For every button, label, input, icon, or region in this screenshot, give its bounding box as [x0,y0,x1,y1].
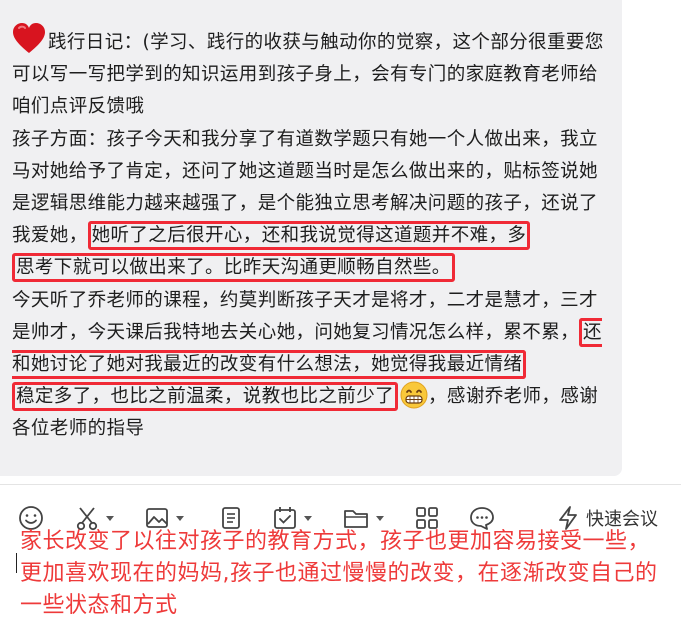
heart-icon [12,22,46,56]
composer-divider [0,484,681,485]
grinning-face-icon [400,381,428,409]
chat-history: 践行日记：(学习、践行的收获与触动你的觉察，这个部分很重要您可以写一写把学到的知… [0,0,681,484]
chevron-down-icon[interactable] [304,515,312,521]
text-cursor [16,553,17,573]
message-para-child: 孩子方面：孩子今天和我分享了有道数学题只有她一个人做出来，我立马对她给予了肯定，… [12,124,612,285]
chevron-down-icon[interactable] [376,515,384,521]
message-input[interactable]: 家长改变了以往对孩子的教育方式，孩子也更加容易接受一些，更加喜欢现在的妈妈,孩子… [20,526,660,622]
highlight-box: 稳定多了，也比之前温柔，说教也比之前少了 [12,382,399,412]
chevron-down-icon[interactable] [176,515,184,521]
message-bubble[interactable]: 践行日记：(学习、践行的收获与触动你的觉察，这个部分很重要您可以写一写把学到的知… [0,0,622,476]
highlight-box: 她听了之后很开心，还和我说觉得这道题并不难，多 [87,221,531,251]
message-para-course: 今天听了乔老师的课程，约莫判断孩子天才是将才，二才是慧才，三才是帅才，今天课后我… [12,289,602,440]
message-intro: 践行日记：(学习、践行的收获与触动你的觉察，这个部分很重要您可以写一写把学到的知… [12,22,612,124]
chevron-down-icon[interactable] [106,515,114,521]
message-text: 践行日记：(学习、践行的收获与触动你的觉察，这个部分很重要您可以写一写把学到的知… [12,22,612,446]
highlight-box: 思考下就可以做出来了。比昨天沟通更顺畅自然些。 [12,253,455,283]
